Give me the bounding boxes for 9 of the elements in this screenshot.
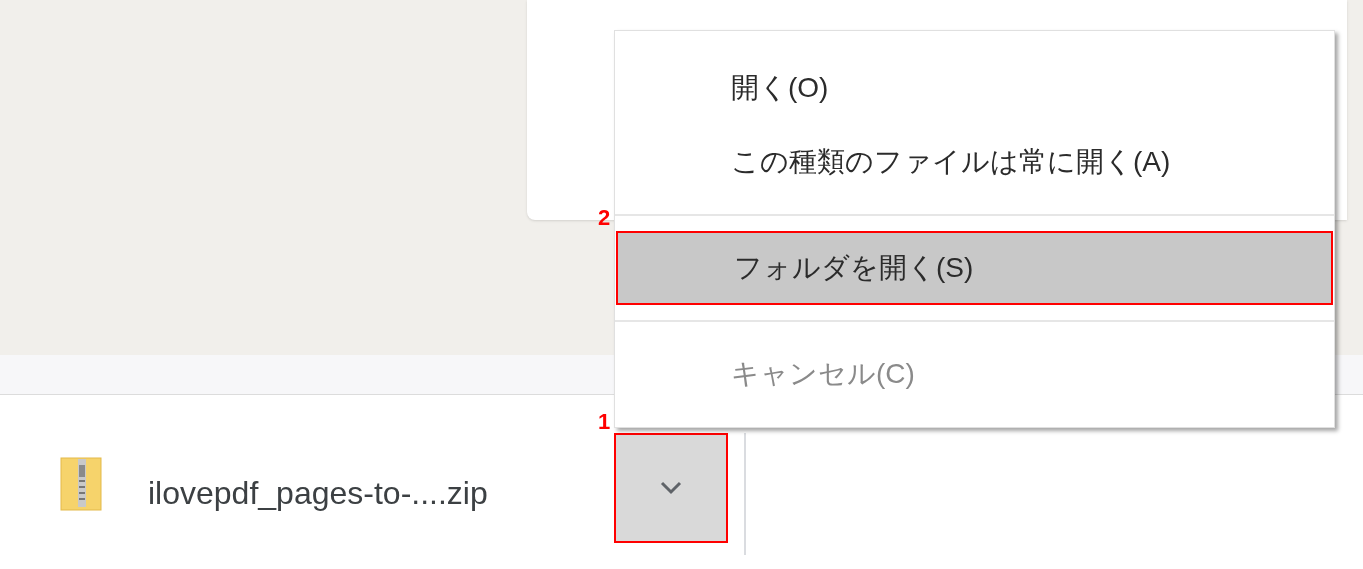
step-number: 1 [598, 410, 611, 434]
zip-folder-icon [60, 457, 102, 511]
chevron-down-icon [660, 481, 682, 495]
menu-item[interactable]: この種類のファイルは常に開く(A) [615, 125, 1334, 199]
step-number: 2 [598, 206, 611, 230]
menu-item[interactable]: 開く(O) [615, 51, 1334, 125]
menu-item[interactable]: フォルダを開く(S) [616, 231, 1333, 305]
dropdown-button[interactable] [614, 433, 728, 543]
file-name: ilovepdf_pages-to-....zip [148, 474, 488, 513]
